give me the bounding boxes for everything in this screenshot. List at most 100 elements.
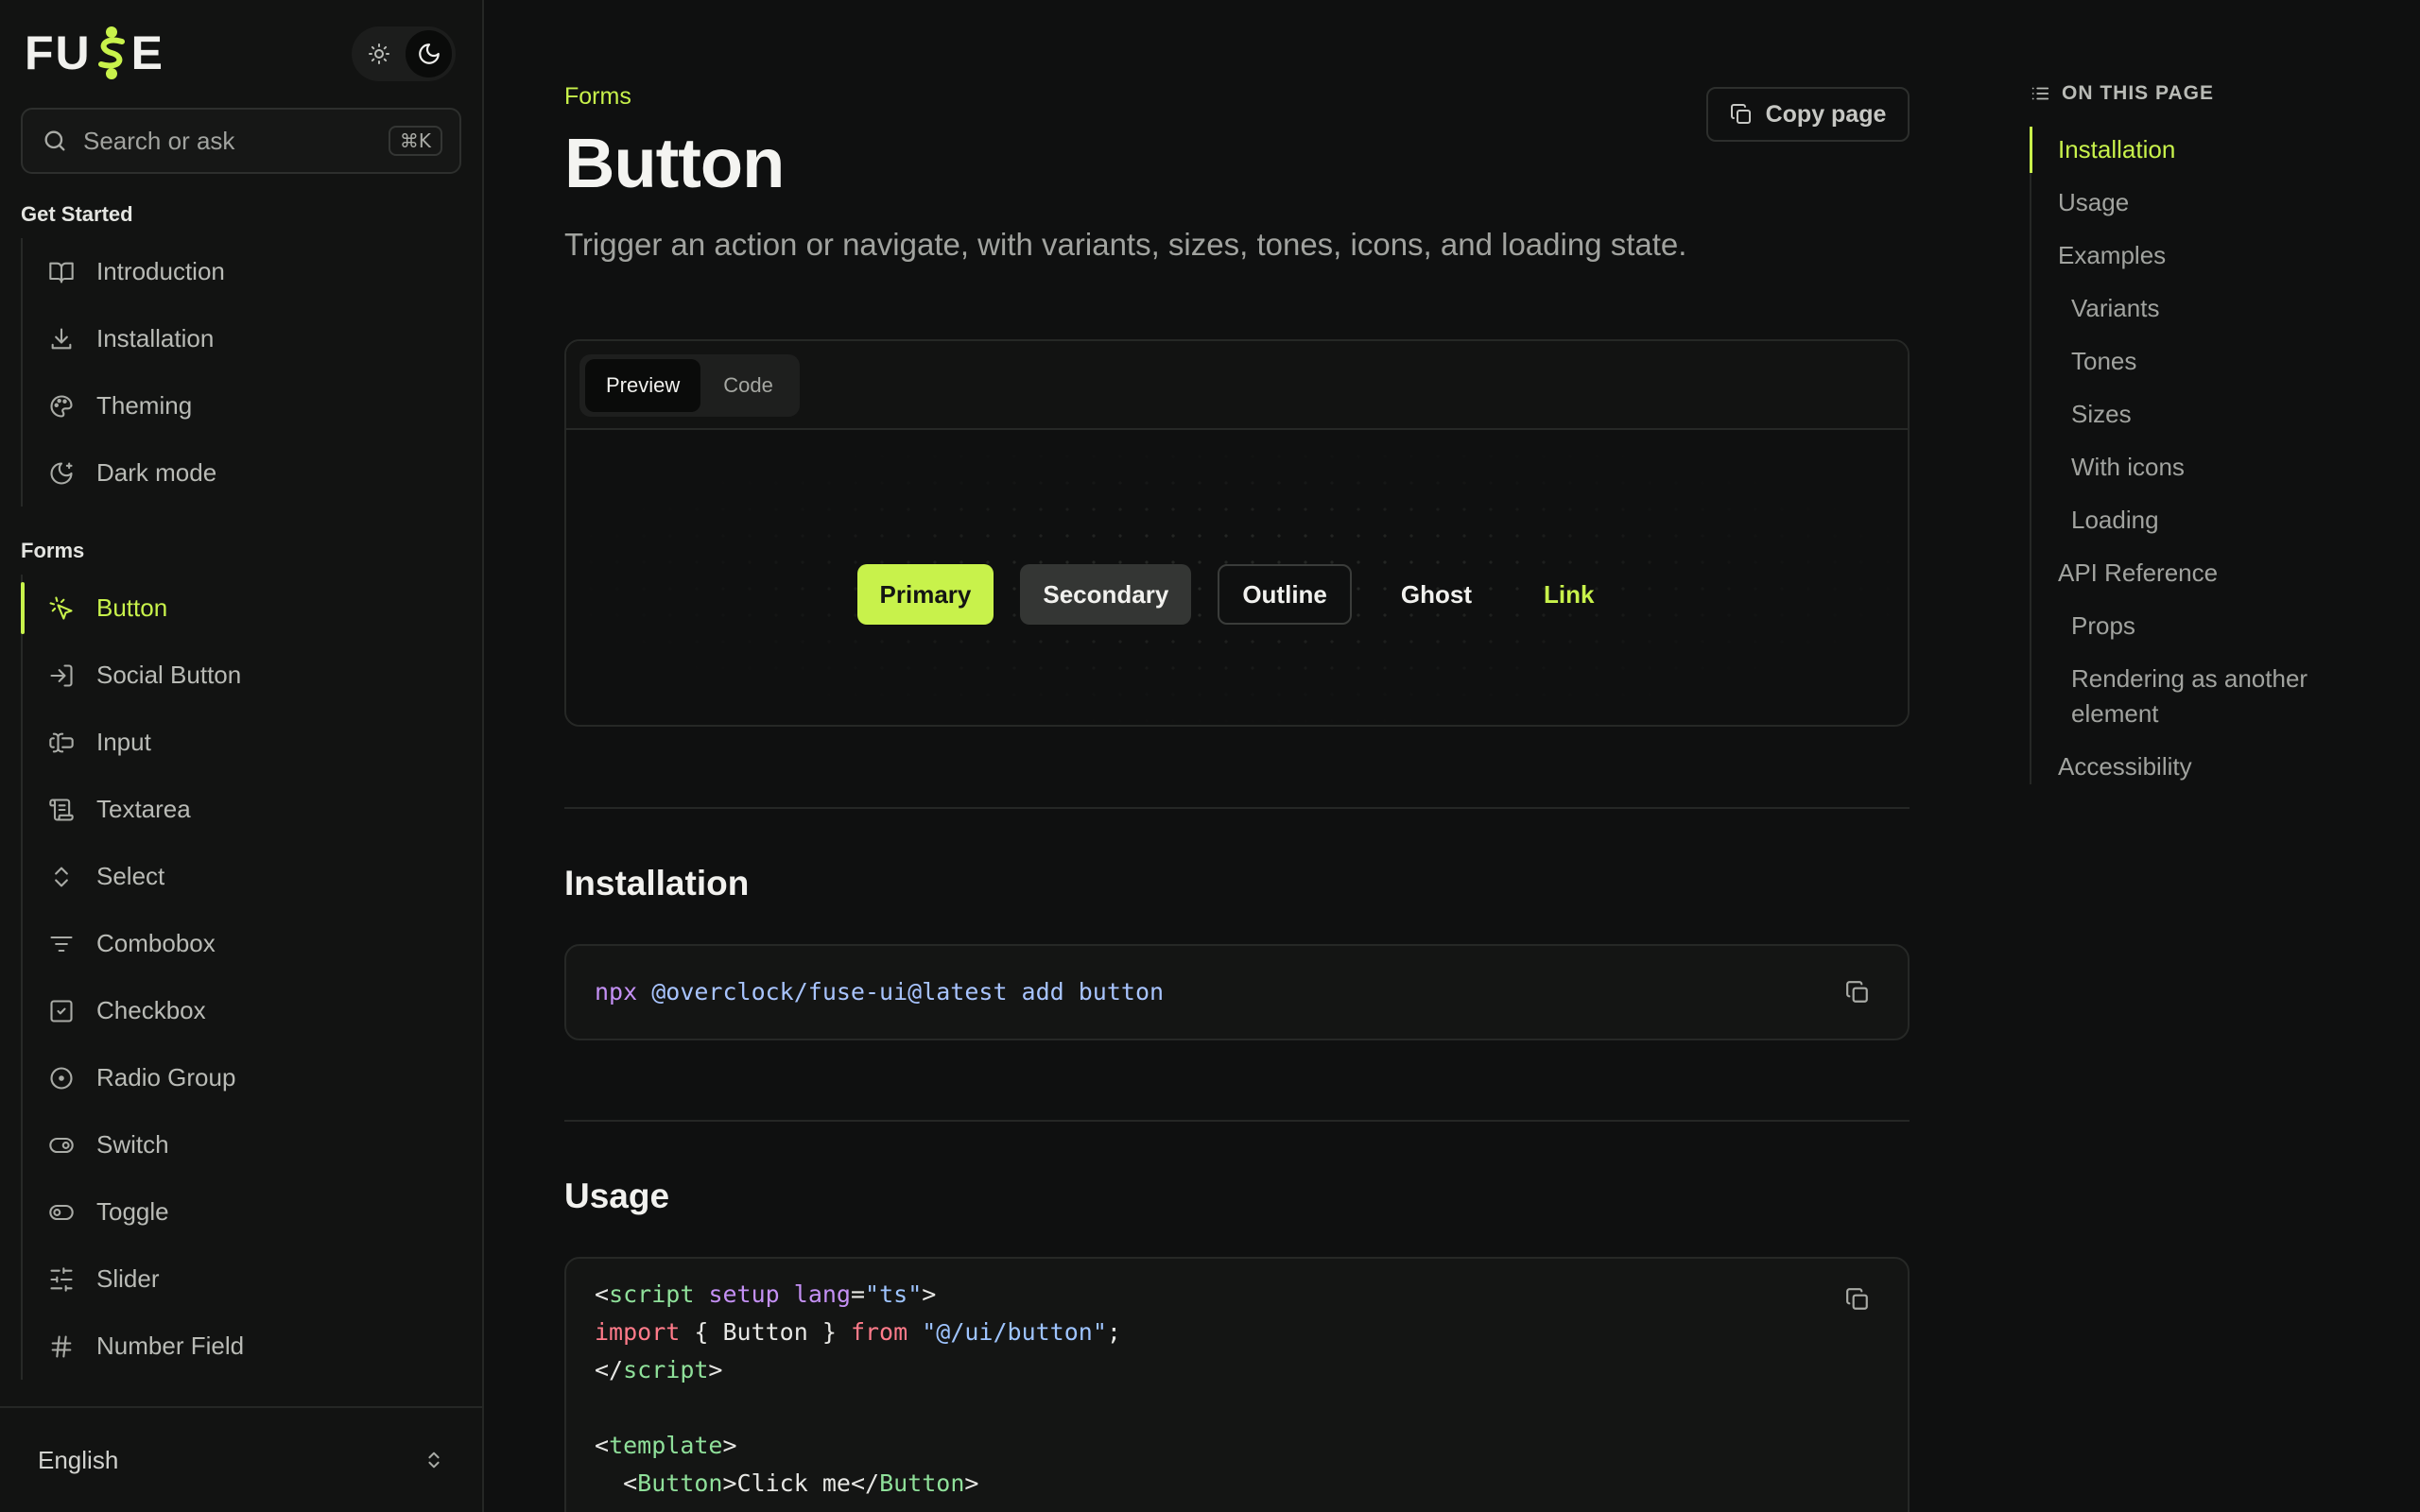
sidebar-item-social-button[interactable]: Social Button — [23, 642, 465, 709]
code-line: </script> — [595, 1356, 723, 1383]
sidebar-item-label: Radio Group — [96, 1063, 236, 1091]
nav-group-get-started: Introduction Installation Theming Dark m… — [21, 238, 465, 507]
demo-outline-button[interactable]: Outline — [1218, 564, 1352, 625]
toc-item-variants[interactable]: Variants — [2031, 291, 2389, 326]
sidebar-item-input[interactable]: Input — [23, 709, 465, 776]
breadcrumb[interactable]: Forms — [564, 83, 631, 111]
sidebar: FU E Search or ask ⌘K Get Started Introd… — [0, 0, 484, 1512]
sidebar-item-label: Textarea — [96, 795, 191, 823]
search-shortcut-badge: ⌘K — [388, 126, 442, 156]
sidebar-item-installation[interactable]: Installation — [23, 305, 465, 372]
sidebar-item-label: Social Button — [96, 661, 242, 689]
toc-item-examples[interactable]: Examples — [2031, 238, 2389, 273]
demo-secondary-button[interactable]: Secondary — [1020, 564, 1192, 625]
sidebar-item-introduction[interactable]: Introduction — [23, 238, 465, 305]
sidebar-item-radio-group[interactable]: Radio Group — [23, 1044, 465, 1111]
brand-logo[interactable]: FU E — [25, 25, 164, 81]
toc-item-with-icons[interactable]: With icons — [2031, 450, 2389, 485]
sidebar-item-label: Number Field — [96, 1332, 245, 1360]
code-line: <script setup lang="ts"> — [595, 1280, 937, 1308]
language-label: English — [38, 1445, 119, 1474]
moon-star-icon — [47, 459, 76, 488]
sidebar-item-label: Theming — [96, 391, 193, 420]
nav-group-forms: Button Social Button Input Textarea Sele… — [21, 575, 465, 1380]
sidebar-item-slider[interactable]: Slider — [23, 1246, 465, 1313]
preview-card: Preview Code Primary Secondary Outline G… — [564, 339, 1910, 727]
sidebar-item-label: Slider — [96, 1264, 160, 1293]
sidebar-item-label: Checkbox — [96, 996, 206, 1024]
circle-dot-icon — [47, 1064, 76, 1092]
square-check-icon — [47, 997, 76, 1025]
tab-code[interactable]: Code — [702, 359, 794, 412]
theme-toggle[interactable] — [352, 26, 456, 81]
sidebar-item-switch[interactable]: Switch — [23, 1111, 465, 1178]
sidebar-item-checkbox[interactable]: Checkbox — [23, 977, 465, 1044]
text-cursor-input-icon — [47, 729, 76, 757]
copy-icon[interactable] — [1845, 980, 1870, 1005]
chevrons-up-down-icon — [428, 1452, 440, 1469]
code-line: <template> — [595, 1432, 737, 1459]
toc-item-props[interactable]: Props — [2031, 609, 2389, 644]
sidebar-item-label: Toggle — [96, 1197, 169, 1226]
preview-tabs: Preview Code — [579, 354, 800, 417]
copy-icon[interactable] — [1845, 1287, 1870, 1312]
sidebar-item-label: Input — [96, 728, 151, 756]
section-divider — [564, 807, 1910, 809]
sidebar-item-number-field[interactable]: Number Field — [23, 1313, 465, 1380]
sidebar-item-label: Button — [96, 593, 168, 622]
dark-mode-button[interactable] — [406, 30, 452, 77]
list-filter-icon — [47, 930, 76, 958]
toc-item-api-reference[interactable]: API Reference — [2031, 556, 2389, 591]
install-command-block: npx @overclock/fuse-ui@latest add button — [564, 944, 1910, 1040]
language-selector[interactable]: English — [0, 1406, 482, 1512]
toggle-right-icon — [47, 1131, 76, 1160]
toc-item-installation[interactable]: Installation — [2030, 127, 2389, 173]
nav-heading-forms: Forms — [21, 539, 85, 562]
moon-icon — [418, 43, 440, 64]
nav-heading-get-started: Get Started — [21, 202, 133, 226]
book-icon — [47, 258, 76, 286]
code-line: <Button>Click me</Button> — [595, 1469, 979, 1497]
code-line: import { Button } from "@/ui/button"; — [595, 1318, 1121, 1346]
sidebar-item-select[interactable]: Select — [23, 843, 465, 910]
search-box[interactable]: Search or ask ⌘K — [21, 108, 461, 174]
sidebar-item-theming[interactable]: Theming — [23, 372, 465, 439]
toc-item-sizes[interactable]: Sizes — [2031, 397, 2389, 432]
installation-heading: Installation — [564, 864, 750, 902]
toc-item-accessibility[interactable]: Accessibility — [2031, 749, 2389, 784]
light-mode-button[interactable] — [355, 30, 402, 77]
logo-text-left: FU — [25, 26, 92, 79]
toc-item-tones[interactable]: Tones — [2031, 344, 2389, 379]
search-placeholder[interactable]: Search or ask — [83, 127, 389, 156]
sidebar-item-label: Dark mode — [96, 458, 217, 487]
sidebar-item-toggle[interactable]: Toggle — [23, 1178, 465, 1246]
logo-s-mark — [97, 26, 125, 79]
toc-heading-label: ON THIS PAGE — [2062, 82, 2214, 104]
code-lines: <script setup lang="ts"> import { Button… — [595, 1276, 1121, 1503]
sidebar-item-dark-mode[interactable]: Dark mode — [23, 439, 465, 507]
demo-ghost-button[interactable]: Ghost — [1378, 564, 1495, 625]
scroll-text-icon — [47, 796, 76, 824]
page-description: Trigger an action or navigate, with vari… — [564, 227, 1687, 262]
preview-tabbar: Preview Code — [566, 341, 1908, 430]
sidebar-item-combobox[interactable]: Combobox — [23, 910, 465, 977]
sidebar-item-label: Select — [96, 862, 165, 890]
chevrons-up-down-icon — [47, 863, 76, 891]
demo-buttons-row: Primary Secondary Outline Ghost Link — [566, 564, 1908, 625]
sidebar-item-button[interactable]: Button — [21, 575, 465, 642]
demo-primary-button[interactable]: Primary — [856, 564, 994, 625]
copy-page-button[interactable]: Copy page — [1706, 87, 1910, 142]
toc-item-loading[interactable]: Loading — [2031, 503, 2389, 538]
install-cmd: npx — [595, 978, 638, 1005]
palette-icon — [47, 392, 76, 421]
sidebar-item-label: Switch — [96, 1130, 169, 1159]
toc-item-usage[interactable]: Usage — [2031, 185, 2389, 220]
sidebar-item-textarea[interactable]: Textarea — [23, 776, 465, 843]
toc-item-rendering-as-another-element[interactable]: Rendering as another element — [2031, 662, 2343, 731]
demo-link-button[interactable]: Link — [1521, 564, 1616, 625]
copy-page-label: Copy page — [1765, 100, 1887, 128]
page-title: Button — [564, 124, 785, 202]
tab-preview[interactable]: Preview — [585, 359, 701, 412]
usage-heading: Usage — [564, 1177, 670, 1215]
log-in-icon — [47, 662, 76, 690]
